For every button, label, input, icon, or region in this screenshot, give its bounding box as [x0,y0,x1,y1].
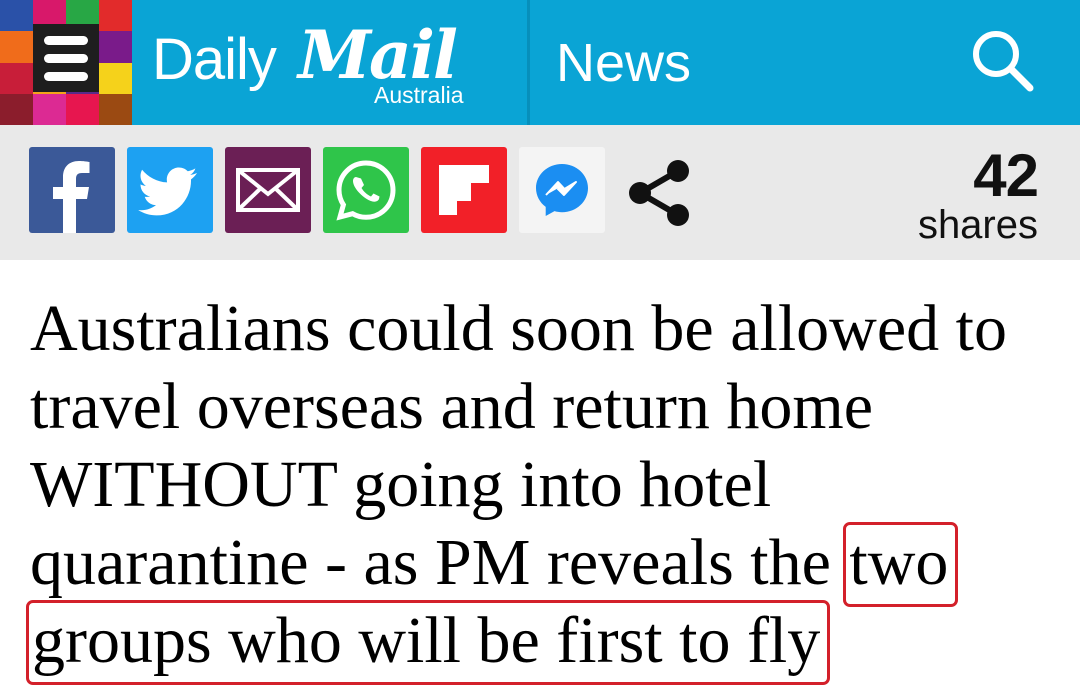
mosaic-tile [99,0,132,32]
flipboard-share-button[interactable] [421,147,507,233]
mosaic-tile [99,62,132,94]
messenger-icon [536,164,588,216]
menu-bar [44,71,88,81]
headline-highlight-groups: groups who will be first to fly [25,600,831,685]
logo-region-text: Australia [374,82,464,108]
twitter-icon [138,167,197,216]
facebook-share-button[interactable] [29,147,115,233]
messenger-share-button[interactable] [519,147,605,233]
share-count-label: shares [917,203,1038,247]
mosaic-tile [99,93,132,125]
mosaic-tile [33,93,66,125]
site-header: Daily Mail Australia News [0,0,1080,125]
facebook-icon [53,161,90,233]
hamburger-menu-icon[interactable] [33,24,99,92]
mosaic-tile [0,93,33,125]
mosaic-tile [99,31,132,63]
menu-bar [44,53,88,63]
menu-bar [44,35,88,45]
header-divider [527,0,530,125]
mosaic-tile [66,93,99,125]
share-bar: 42 shares [0,125,1080,260]
headline-highlight-two: two [843,522,959,607]
mosaic-tile [0,0,33,32]
share-count: 42 shares [917,142,1039,247]
logo-daily-text: Daily [152,27,277,92]
whatsapp-share-button[interactable] [323,147,409,233]
brand-mosaic [0,0,132,125]
share-icon[interactable] [620,153,700,233]
section-title[interactable]: News [556,32,691,94]
mosaic-tile [0,31,33,63]
whatsapp-icon [336,160,396,221]
flipboard-icon [439,165,489,215]
email-icon [236,168,300,212]
search-icon[interactable] [966,24,1042,100]
article-headline: Australians could soon be allowed to tra… [25,290,1060,685]
mosaic-tile [0,62,33,94]
twitter-share-button[interactable] [127,147,213,233]
share-count-number: 42 [973,142,1039,209]
daily-mail-australia-logo[interactable]: Daily Mail Australia [152,14,482,114]
email-share-button[interactable] [225,147,311,233]
